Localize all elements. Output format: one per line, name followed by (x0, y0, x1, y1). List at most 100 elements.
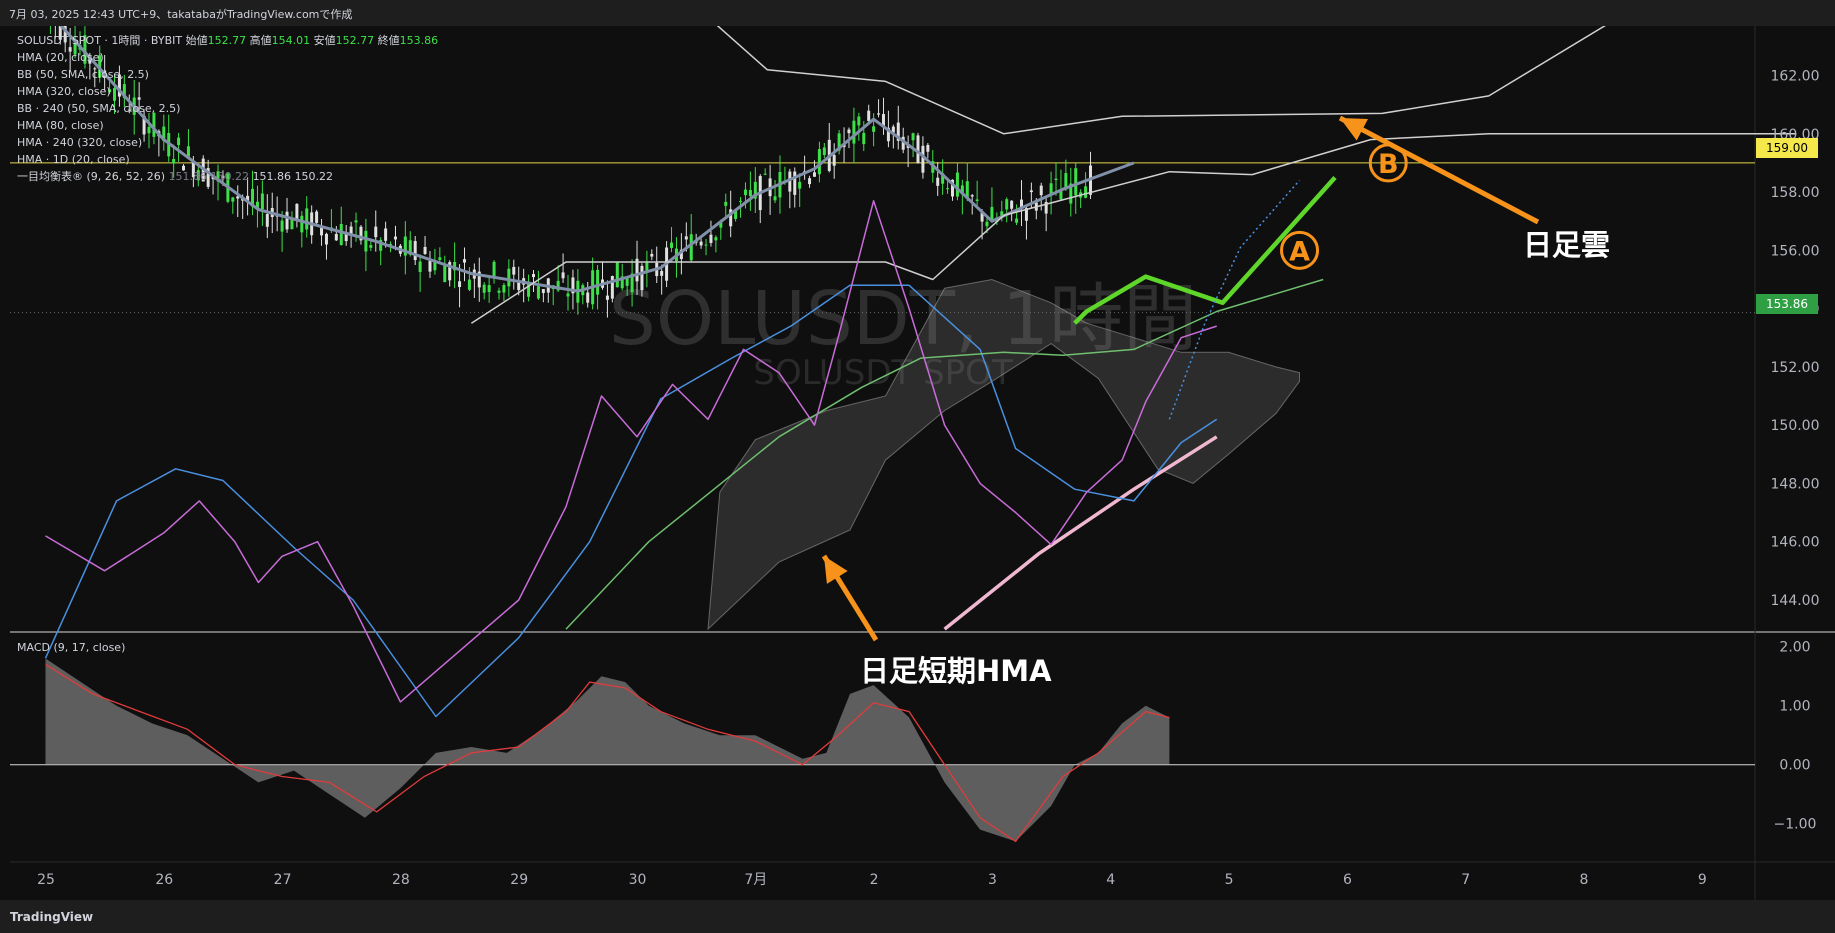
candle-body (1084, 186, 1088, 198)
candle-body (970, 195, 974, 197)
legend-open-label: 始値 (185, 34, 208, 47)
price-tick: 158.00 (1771, 185, 1820, 201)
hma-annotation: 日足短期HMA (860, 654, 1052, 688)
time-tick: 27 (274, 872, 292, 888)
candle-body (113, 88, 117, 101)
candle-body (147, 126, 151, 134)
candle-body (921, 145, 925, 173)
candle-body (867, 110, 871, 121)
legend-symbol: SOLUSDT SPOT · 1時間 · BYBIT (17, 34, 183, 47)
candle-body (812, 172, 816, 177)
time-tick: 6 (1343, 872, 1352, 888)
candle-body (699, 241, 703, 246)
candle-body (763, 173, 767, 175)
legend-line-2[interactable]: HMA (320, close) (17, 83, 111, 100)
candle-body (369, 245, 373, 248)
macd-tick: 2.00 (1779, 640, 1810, 656)
price-tick: 150.00 (1771, 418, 1820, 434)
legend-line-4[interactable]: HMA (80, close) (17, 117, 104, 134)
legend-ichimoku-row[interactable]: 一目均衡表® (9, 26, 52, 26) 151.86 150.22 151… (17, 168, 333, 185)
candle-body (492, 261, 496, 277)
candle-body (1054, 178, 1058, 181)
candle-body (832, 155, 836, 166)
legend-open: 152.77 (207, 34, 247, 47)
time-tick: 3 (988, 872, 997, 888)
price-tick: 152.00 (1771, 360, 1820, 376)
candle-body (684, 236, 688, 240)
candle-body (615, 262, 619, 288)
legend-line-3[interactable]: BB · 240 (50, SMA, close, 2.5) (17, 100, 180, 117)
legend-line-0[interactable]: HMA (20, close) (17, 49, 104, 66)
price-tick: 148.00 (1771, 476, 1820, 492)
candle-body (911, 133, 915, 141)
legend-close: 153.86 (399, 34, 439, 47)
legend-ichimoku: 一目均衡表® (9, 26, 52, 26) (17, 170, 166, 183)
candle-body (1029, 190, 1033, 193)
time-tick: 8 (1580, 872, 1589, 888)
candle-body (670, 242, 674, 248)
time-tick: 25 (37, 872, 55, 888)
candle-body (285, 211, 289, 230)
candle-body (172, 158, 176, 164)
candle-body (487, 285, 491, 293)
candle-body (462, 259, 466, 263)
candle-body (512, 266, 516, 275)
candle-body (955, 172, 959, 197)
legend-line-6[interactable]: HMA · 1D (20, close) (17, 151, 130, 168)
candle-body (596, 269, 600, 295)
candle-body (1015, 218, 1019, 223)
legend-line-1[interactable]: BB (50, SMA, close, 2.5) (17, 66, 149, 83)
candle-body (739, 200, 743, 202)
price-tick: 162.00 (1771, 69, 1820, 85)
candle-body (689, 234, 693, 261)
candle-body (822, 147, 826, 155)
macd-tick: −1.00 (1774, 817, 1817, 833)
candle-body (423, 246, 427, 254)
candle-body (926, 144, 930, 152)
candle-body (438, 257, 442, 260)
header-text: 7月 03, 2025 12:43 UTC+9、takatabaがTrading… (9, 8, 353, 21)
candle-body (315, 211, 319, 223)
candle-body (724, 201, 728, 206)
candle-body (709, 234, 713, 243)
candle-body (946, 188, 950, 190)
candle-body (428, 260, 432, 272)
macd-tick: 1.00 (1779, 699, 1810, 715)
time-tick: 26 (155, 872, 173, 888)
chart-header: 7月 03, 2025 12:43 UTC+9、takatabaがTrading… (0, 0, 1835, 26)
candle-body (384, 228, 388, 241)
marker-a-label: A (1289, 236, 1310, 267)
price-chart[interactable]: SOLUSDT, 1時間SOLUSDT SPOTAB162.00160.0015… (0, 26, 1835, 900)
level-price-tag: 159.00 (1756, 138, 1818, 158)
candle-body (610, 276, 614, 299)
candle-body (364, 230, 368, 252)
candle-body (916, 135, 920, 164)
candle-body (502, 284, 506, 293)
price-tick: 144.00 (1771, 593, 1820, 609)
candle-body (334, 233, 338, 241)
candle-body (817, 149, 821, 175)
candle-body (413, 241, 417, 261)
marker-b-label: B (1378, 149, 1399, 180)
legend-line-5[interactable]: HMA · 240 (320, close) (17, 134, 142, 151)
candle-body (566, 293, 570, 297)
candle-body (532, 274, 535, 278)
time-tick: 28 (392, 872, 410, 888)
candle-body (305, 208, 309, 230)
price-tick: 156.00 (1771, 243, 1820, 259)
candle-body (798, 181, 802, 189)
legend-symbol-row: SOLUSDT SPOT · 1時間 · BYBIT 始値152.77 高値 15… (17, 32, 438, 49)
candle-body (393, 236, 397, 240)
candle-body (260, 193, 264, 210)
candle-body (177, 137, 181, 145)
candle-body (280, 220, 284, 232)
time-tick: 29 (510, 872, 528, 888)
candle-body (605, 295, 609, 300)
legend-high-label: 高値 (249, 34, 272, 47)
candle-body (541, 289, 545, 294)
candle-body (443, 265, 447, 283)
macd-legend[interactable]: MACD (9, 17, close) (17, 639, 125, 656)
time-tick: 7月 (744, 872, 767, 888)
candle-body (497, 290, 501, 293)
price-tick: 146.00 (1771, 535, 1820, 551)
